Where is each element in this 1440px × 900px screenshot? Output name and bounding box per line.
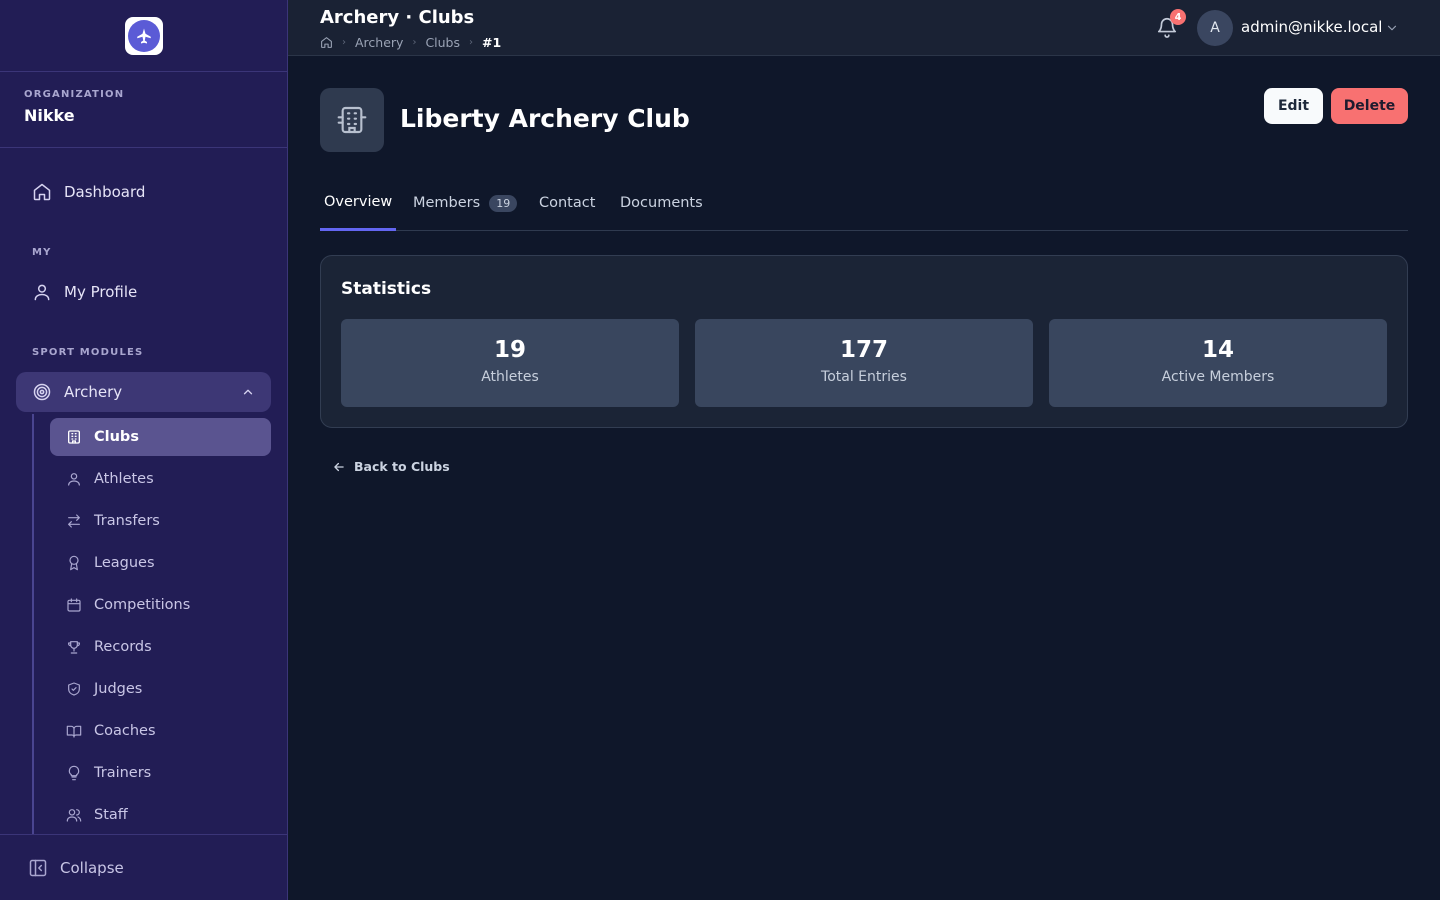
statistics-title: Statistics [341,279,432,299]
trophy-icon [66,639,82,655]
arrow-left-icon [332,460,346,474]
sidebar-item-label: Records [94,639,152,655]
sidebar-item-label: Trainers [94,765,152,781]
chevron-right-icon: › [412,37,417,48]
top-header: Archery · Clubs › Archery › Clubs › #1 4… [288,0,1440,56]
user-icon [66,471,82,487]
tab-overview[interactable]: Overview [320,175,397,231]
tab-label: Documents [620,195,703,211]
sidebar-item-label: Transfers [94,513,160,529]
chevron-down-icon[interactable] [1385,21,1399,35]
sidebar: ORGANIZATION Nikke Dashboard MY My Profi… [0,0,288,900]
sidebar-item-judges[interactable]: Judges [50,670,271,708]
sidebar-item-label: Coaches [94,723,156,739]
home-icon[interactable] [320,36,333,49]
statistics-card: Statistics 19 Athletes 177 Total Entries… [320,255,1408,428]
lightbulb-icon [66,765,82,781]
logo[interactable] [124,16,163,55]
tab-label: Contact [539,195,596,211]
collapse-button[interactable]: Collapse [0,834,287,900]
sidebar-item-athletes[interactable]: Athletes [50,460,271,498]
sidebar-item-competitions[interactable]: Competitions [50,586,271,624]
sidebar-item-label: Athletes [94,471,154,487]
edit-button[interactable]: Edit [1264,88,1323,124]
book-icon [66,723,82,739]
tab-label: Members [413,195,481,211]
award-icon [66,555,82,571]
sidebar-item-label: Leagues [94,555,155,571]
sidebar-item-transfers[interactable]: Transfers [50,502,271,540]
user-email[interactable]: admin@nikke.local [1241,18,1382,36]
sidebar-collapse-icon [28,858,48,878]
nav-my-profile[interactable]: My Profile [16,272,271,312]
breadcrumb-current: #1 [482,35,502,50]
target-icon [32,382,52,402]
stat-label: Total Entries [821,369,907,385]
stat-value: 19 [493,337,526,363]
notification-badge: 4 [1170,9,1186,25]
sidebar-item-label: Staff [94,807,128,823]
chevron-up-icon [241,385,255,399]
airplane-icon [127,19,160,52]
sidebar-item-trainers[interactable]: Trainers [50,754,271,792]
tab-contact[interactable]: Contact [539,175,595,231]
organization-block: ORGANIZATION Nikke [0,72,287,148]
nav-archery[interactable]: Archery [16,372,271,412]
tab-bar: Overview Members 19 Contact Documents [320,175,1408,231]
logo-area [0,0,287,72]
shield-icon [66,681,82,697]
back-to-clubs-link[interactable]: Back to Clubs [332,459,450,474]
org-label: ORGANIZATION [24,89,125,100]
avatar[interactable]: A [1197,10,1233,46]
nav-my-profile-label: My Profile [64,283,138,301]
club-name: Liberty Archery Club [400,104,690,133]
tab-documents[interactable]: Documents [620,175,703,231]
members-count-badge: 19 [489,194,518,212]
sidebar-item-clubs[interactable]: Clubs [50,418,271,456]
tab-label: Overview [324,193,393,210]
sidebar-item-staff[interactable]: Staff [50,796,271,834]
stat-value: 177 [839,337,888,363]
sidebar-item-label: Clubs [94,429,139,445]
user-icon [32,282,52,302]
stat-label: Athletes [481,369,539,385]
breadcrumb: › Archery › Clubs › #1 [320,35,501,50]
breadcrumb-clubs[interactable]: Clubs [425,35,460,50]
sidebar-item-coaches[interactable]: Coaches [50,712,271,750]
page-title: Archery · Clubs [320,7,475,28]
section-my-label: MY [32,247,52,258]
breadcrumb-archery[interactable]: Archery [355,35,403,50]
sidebar-item-label: Judges [94,681,143,697]
chevron-right-icon: › [469,37,474,48]
chevron-right-icon: › [342,37,346,48]
section-sport-label: SPORT MODULES [32,347,144,358]
stat-total-entries: 177 Total Entries [695,319,1033,407]
stat-label: Active Members [1161,369,1275,385]
sidebar-item-leagues[interactable]: Leagues [50,544,271,582]
tab-members[interactable]: Members 19 [413,175,518,231]
sidebar-item-label: Competitions [94,597,191,613]
calendar-icon [66,597,82,613]
nav-archery-label: Archery [64,383,123,401]
home-icon [32,182,52,202]
sidebar-item-records[interactable]: Records [50,628,271,666]
org-name: Nikke [24,106,75,125]
arrows-icon [66,513,82,529]
submenu-guide-line [32,414,34,834]
users-icon [66,807,82,823]
club-building-icon [320,88,384,152]
stat-value: 14 [1201,337,1234,363]
collapse-label: Collapse [60,858,124,877]
delete-button[interactable]: Delete [1331,88,1408,124]
nav-dashboard[interactable]: Dashboard [16,172,271,212]
stat-active-members: 14 Active Members [1049,319,1387,407]
back-label: Back to Clubs [354,459,450,474]
building-icon [66,429,82,445]
nav-dashboard-label: Dashboard [64,183,146,201]
stat-athletes: 19 Athletes [341,319,679,407]
